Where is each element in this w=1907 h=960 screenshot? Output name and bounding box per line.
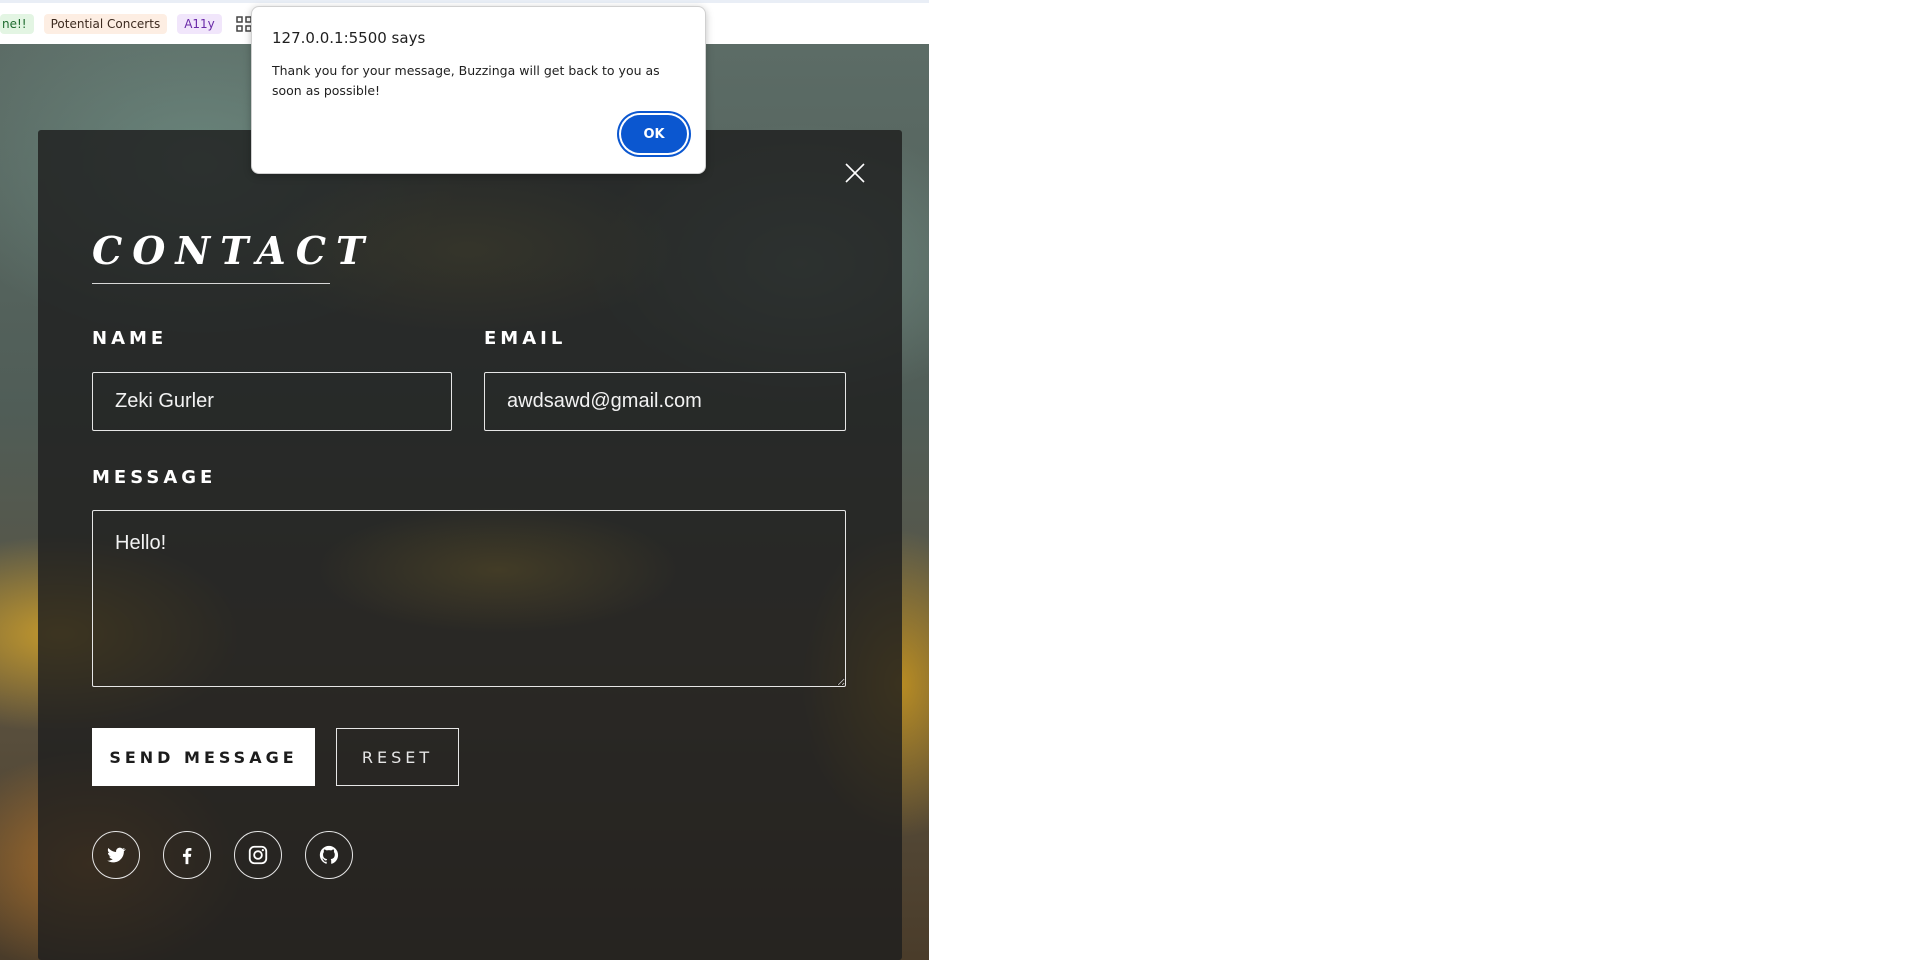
facebook-link[interactable]: [163, 831, 211, 879]
page-background: CONTACT NAME EMAIL MESSAGE Hello! SEND M…: [0, 44, 929, 960]
github-icon: [319, 845, 339, 864]
instagram-icon: [248, 845, 268, 865]
ok-button[interactable]: OK: [621, 115, 687, 153]
dialog-message: Thank you for your message, Buzzinga wil…: [272, 63, 660, 98]
twitter-link[interactable]: [92, 831, 140, 879]
send-message-button[interactable]: SEND MESSAGE: [92, 728, 315, 786]
bookmark-item[interactable]: ne!!: [0, 13, 34, 34]
reset-button[interactable]: RESET: [336, 728, 459, 786]
dialog-title: 127.0.0.1:5500 says: [272, 29, 426, 47]
facebook-icon: [182, 847, 192, 865]
bookmark-item-a11y[interactable]: A11y: [177, 13, 222, 34]
github-link[interactable]: [305, 831, 353, 879]
message-textarea[interactable]: Hello!: [92, 510, 846, 687]
name-field[interactable]: [92, 372, 452, 431]
title-underline: [92, 283, 330, 284]
email-label: EMAIL: [484, 328, 567, 349]
bookmark-item-potential-concerts[interactable]: Potential Concerts: [43, 13, 168, 34]
twitter-icon: [107, 847, 126, 863]
alert-dialog: 127.0.0.1:5500 says Thank you for your m…: [251, 6, 706, 174]
close-icon[interactable]: [844, 162, 866, 184]
email-field[interactable]: [484, 372, 846, 431]
name-label: NAME: [92, 328, 168, 349]
page-title: CONTACT: [92, 228, 375, 273]
instagram-link[interactable]: [234, 831, 282, 879]
apps-grid-icon[interactable]: [236, 15, 252, 32]
message-label: MESSAGE: [92, 467, 217, 488]
contact-panel: CONTACT NAME EMAIL MESSAGE Hello! SEND M…: [38, 130, 902, 960]
